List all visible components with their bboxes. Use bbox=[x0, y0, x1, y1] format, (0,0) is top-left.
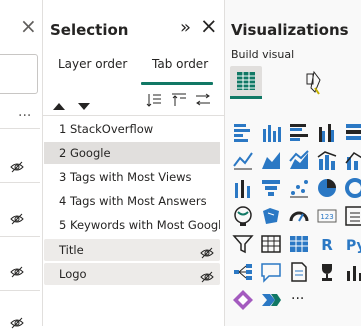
ribbon-chart-icon[interactable] bbox=[232, 177, 254, 199]
list-item[interactable]: 5 Keywords with Most Googl... bbox=[44, 214, 220, 236]
tab-layer-order[interactable]: Layer order bbox=[58, 57, 127, 71]
smart-narrative-icon[interactable] bbox=[288, 261, 310, 283]
pie-chart-icon[interactable] bbox=[316, 177, 338, 199]
format-visual-icon[interactable] bbox=[303, 70, 327, 100]
svg-text:R: R bbox=[321, 236, 333, 254]
filled-map-icon[interactable] bbox=[260, 205, 282, 227]
card-icon[interactable]: 123 bbox=[316, 205, 338, 227]
power-apps-icon[interactable] bbox=[232, 289, 254, 311]
more-visuals-icon[interactable]: ... bbox=[291, 287, 304, 303]
close-icon[interactable]: × bbox=[200, 14, 218, 38]
qa-visual-icon[interactable] bbox=[260, 261, 282, 283]
multi-row-card-icon[interactable] bbox=[344, 205, 361, 227]
divider bbox=[0, 290, 40, 291]
scatter-chart-icon[interactable] bbox=[288, 177, 310, 199]
svg-text:123: 123 bbox=[320, 213, 333, 221]
divider bbox=[43, 115, 224, 116]
decomposition-tree-icon[interactable] bbox=[232, 261, 254, 283]
group-item[interactable]: Logo bbox=[44, 263, 220, 285]
hidden-eye-icon[interactable] bbox=[200, 244, 214, 259]
stacked-column-chart-icon[interactable] bbox=[260, 121, 282, 143]
map-icon[interactable] bbox=[232, 205, 254, 227]
area-chart-icon[interactable] bbox=[260, 149, 282, 171]
group-item[interactable]: Title bbox=[44, 239, 220, 261]
move-up-icon[interactable] bbox=[52, 96, 66, 115]
more-options-icon[interactable]: ... bbox=[18, 104, 31, 120]
svg-text:Py: Py bbox=[346, 238, 361, 254]
power-automate-icon[interactable] bbox=[260, 289, 282, 311]
filters-close-icon[interactable]: × bbox=[20, 14, 37, 38]
hidden-eye-icon[interactable] bbox=[10, 314, 24, 329]
stacked-bar-chart-icon[interactable] bbox=[232, 121, 254, 143]
paginated-report-icon[interactable] bbox=[344, 261, 361, 283]
line-clustered-column-icon[interactable] bbox=[344, 149, 361, 171]
clustered-column-chart-icon[interactable] bbox=[316, 121, 338, 143]
filters-pane-partial: × ... bbox=[0, 0, 43, 329]
divider bbox=[0, 182, 40, 183]
list-item[interactable]: 2 Google bbox=[44, 142, 220, 164]
visualizations-pane: Visualizations Build visual 123 R Py bbox=[225, 0, 361, 326]
divider bbox=[0, 128, 40, 129]
move-down-icon[interactable] bbox=[77, 96, 91, 115]
list-item[interactable]: 1 StackOverflow bbox=[44, 118, 220, 140]
key-influencers-icon[interactable] bbox=[316, 261, 338, 283]
divider bbox=[0, 236, 40, 237]
expand-icon[interactable]: » bbox=[180, 17, 191, 38]
table-icon[interactable] bbox=[260, 233, 282, 255]
list-item[interactable]: 3 Tags with Most Views bbox=[44, 166, 220, 188]
line-stacked-column-icon[interactable] bbox=[316, 149, 338, 171]
matrix-icon[interactable] bbox=[288, 233, 310, 255]
move-to-top-icon[interactable] bbox=[171, 92, 187, 111]
clustered-bar-chart-icon[interactable] bbox=[288, 121, 310, 143]
selection-pane: Selection » × Layer order Tab order 1 St… bbox=[43, 0, 225, 326]
sort-tab-order-icon[interactable] bbox=[146, 92, 162, 111]
gauge-icon[interactable] bbox=[288, 205, 310, 227]
filter-field-box[interactable] bbox=[0, 54, 38, 94]
build-visual-tab[interactable] bbox=[230, 66, 262, 98]
hidden-eye-icon[interactable] bbox=[10, 263, 24, 278]
donut-chart-icon[interactable] bbox=[344, 177, 361, 199]
group-label: Logo bbox=[59, 267, 87, 281]
100-bar-chart-icon[interactable] bbox=[344, 121, 361, 143]
stacked-area-chart-icon[interactable] bbox=[288, 149, 310, 171]
line-chart-icon[interactable] bbox=[232, 149, 254, 171]
active-tab-underline bbox=[230, 96, 262, 99]
slicer-icon[interactable] bbox=[232, 233, 254, 255]
toggle-tab-order-icon[interactable] bbox=[195, 92, 211, 111]
hidden-eye-icon[interactable] bbox=[200, 268, 214, 283]
funnel-chart-icon[interactable] bbox=[260, 177, 282, 199]
list-item[interactable]: 4 Tags with Most Answers bbox=[44, 190, 220, 212]
r-script-visual-icon[interactable]: R bbox=[316, 233, 338, 255]
hidden-eye-icon[interactable] bbox=[10, 210, 24, 225]
build-visual-label: Build visual bbox=[231, 48, 295, 61]
active-tab-underline bbox=[141, 82, 213, 85]
visualizations-title: Visualizations bbox=[231, 21, 349, 39]
table-build-icon bbox=[237, 72, 255, 90]
group-label: Title bbox=[59, 243, 84, 257]
python-visual-icon[interactable]: Py bbox=[344, 233, 361, 255]
hidden-eye-icon[interactable] bbox=[10, 158, 24, 173]
selection-title: Selection bbox=[50, 21, 129, 39]
tab-tab-order[interactable]: Tab order bbox=[152, 57, 208, 71]
